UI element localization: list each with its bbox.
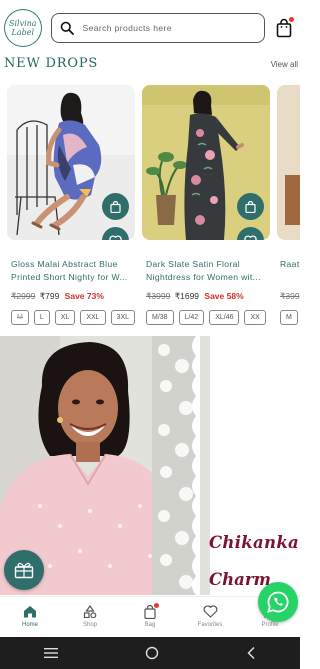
discount-label: Save 58% bbox=[204, 291, 244, 301]
nav-icon-wrap bbox=[144, 603, 159, 620]
size-options: M/38 L/42 XL/46 XX bbox=[142, 310, 268, 325]
size-chip[interactable]: L bbox=[33, 310, 50, 325]
whatsapp-icon bbox=[267, 591, 289, 613]
original-price: ₹2999 bbox=[11, 291, 36, 301]
product-name[interactable]: Raat bbox=[277, 258, 300, 271]
nav-label: Favorites bbox=[197, 622, 223, 628]
nav-label: Bag bbox=[144, 622, 156, 628]
app-screen: Silvina Label NEW DROPS View all bbox=[0, 0, 300, 669]
size-options: M L XL XXL 3XL bbox=[7, 310, 136, 325]
product-price: ₹399 bbox=[277, 291, 300, 302]
original-price: ₹399 bbox=[280, 291, 300, 301]
gift-icon bbox=[14, 562, 34, 579]
heart-icon bbox=[244, 234, 257, 240]
product-image[interactable] bbox=[7, 85, 135, 240]
sale-price: ₹1699 bbox=[174, 291, 200, 301]
product-price: ₹3999 ₹1699 Save 58% bbox=[142, 291, 270, 302]
section-title: NEW DROPS bbox=[4, 56, 99, 71]
home-circle-icon[interactable] bbox=[145, 646, 159, 660]
size-chip[interactable]: XX bbox=[244, 310, 266, 325]
size-chip[interactable]: XL/46 bbox=[209, 310, 240, 325]
add-to-bag-button[interactable] bbox=[102, 193, 129, 220]
nav-item-shop[interactable]: Shop bbox=[60, 597, 120, 636]
size-chip[interactable]: 3XL bbox=[110, 310, 136, 325]
nav-icon-wrap bbox=[23, 605, 37, 619]
size-options: M bbox=[277, 310, 300, 325]
whatsapp-chat-button[interactable] bbox=[258, 582, 298, 622]
lace-border-decoration bbox=[152, 336, 200, 595]
system-navigation-bar bbox=[0, 637, 300, 669]
add-to-bag-button[interactable] bbox=[237, 193, 264, 220]
product-price: ₹2999 ₹799 Save 73% bbox=[7, 291, 135, 302]
home-icon bbox=[24, 606, 36, 618]
original-price: ₹3999 bbox=[146, 291, 171, 301]
product-card[interactable]: Gloss Malai Abstract Blue Printed Short … bbox=[7, 85, 136, 325]
product-name-text: Dark Slate Satin Floral Nightdress for W… bbox=[146, 259, 261, 282]
size-chip[interactable]: L/42 bbox=[178, 310, 205, 325]
search-input[interactable] bbox=[82, 23, 243, 33]
nav-item-bag[interactable]: Bag bbox=[120, 597, 180, 636]
nav-item-favorites[interactable]: Favorites bbox=[180, 597, 240, 636]
search-bar[interactable] bbox=[50, 13, 265, 43]
brand-logo[interactable]: Silvina Label bbox=[4, 9, 42, 47]
size-chip[interactable]: M bbox=[280, 310, 298, 325]
bag-icon bbox=[110, 200, 121, 213]
logo-line2: Label bbox=[11, 28, 35, 37]
nav-item-home[interactable]: Home bbox=[0, 597, 60, 636]
size-chip[interactable]: XXL bbox=[80, 310, 106, 325]
discount-label: Save 73% bbox=[64, 291, 104, 301]
nav-label: Shop bbox=[82, 622, 97, 628]
nav-icon-wrap bbox=[203, 605, 218, 619]
product-name[interactable]: Dark Slate Satin Floral Nightdress for W… bbox=[142, 258, 270, 284]
product-image[interactable] bbox=[142, 85, 270, 240]
product-card[interactable]: Raat ₹399 M bbox=[277, 85, 300, 325]
nav-label: Profile bbox=[261, 622, 279, 628]
nav-icon-wrap bbox=[83, 604, 97, 619]
bottom-navigation: Home Shop Bag Favorites Profile bbox=[0, 596, 300, 636]
gift-offers-button[interactable] bbox=[4, 550, 44, 590]
logo-line1: Silvina bbox=[8, 19, 37, 28]
shop-icon bbox=[83, 604, 97, 619]
cart-badge-dot bbox=[289, 17, 294, 22]
size-chip[interactable]: M bbox=[11, 310, 29, 325]
promo-banner[interactable]: Chikankari Charm bbox=[0, 336, 300, 595]
back-icon[interactable] bbox=[246, 646, 256, 660]
bag-badge-dot bbox=[154, 603, 159, 608]
top-header: Silvina Label bbox=[0, 0, 300, 56]
banner-headline: Chikankari bbox=[209, 533, 300, 552]
product-name[interactable]: Gloss Malai Abstract Blue Printed Short … bbox=[7, 258, 135, 284]
view-all-link[interactable]: View all bbox=[271, 60, 298, 69]
heart-icon bbox=[203, 605, 217, 618]
banner-subheadline: Charm bbox=[209, 570, 271, 589]
cart-button[interactable] bbox=[276, 17, 294, 38]
nav-label: Home bbox=[21, 622, 38, 628]
search-icon bbox=[60, 21, 74, 35]
product-photo-illustration bbox=[277, 85, 300, 240]
product-image[interactable] bbox=[277, 85, 300, 240]
sale-price: ₹799 bbox=[39, 291, 60, 301]
size-chip[interactable]: XL bbox=[54, 310, 76, 325]
heart-icon bbox=[109, 234, 122, 240]
product-name-text: Gloss Malai Abstract Blue Printed Short … bbox=[11, 259, 128, 282]
menu-icon[interactable] bbox=[43, 648, 58, 658]
product-name-text: Raat bbox=[280, 259, 300, 269]
product-card[interactable]: Dark Slate Satin Floral Nightdress for W… bbox=[142, 85, 270, 325]
bag-icon bbox=[245, 200, 256, 213]
size-chip[interactable]: M/38 bbox=[146, 310, 174, 325]
